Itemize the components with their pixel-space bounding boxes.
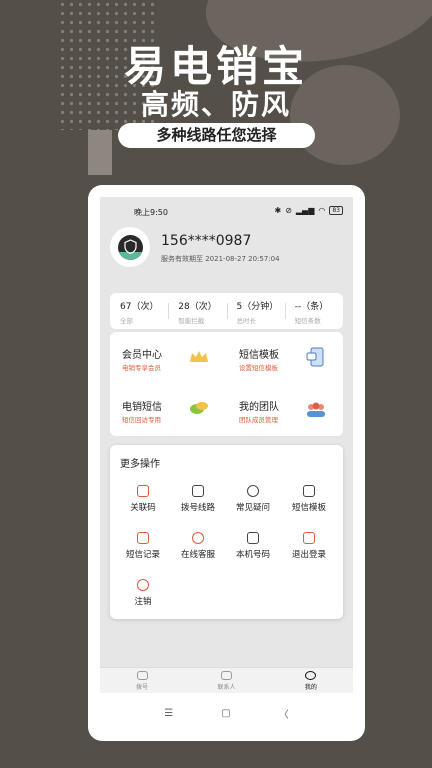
back-icon[interactable]: 〈 (279, 706, 289, 721)
stat-value: --（条） (294, 302, 329, 312)
team-icon (307, 402, 325, 417)
tab-label: 我的 (304, 684, 317, 691)
feature-subtitle: 短信回访专用 (122, 416, 161, 424)
action-logout[interactable]: 退出登录 (280, 532, 338, 560)
wifi-icon: ◠ (318, 206, 326, 215)
feature-title: 短信模板 (239, 350, 279, 361)
message-template-icon (306, 347, 324, 367)
background-bar (88, 130, 112, 175)
feature-title: 我的团队 (239, 402, 279, 413)
logout-icon (303, 532, 315, 544)
phone-mockup: 晚上9:50 ✱ ⊘ ▂▄▆ ◠ 83 156****0987 服务有效期至 2… (88, 185, 365, 741)
menu-icon[interactable]: ☰ (164, 708, 173, 719)
stat-intercept[interactable]: 28（次） 智能拦截 (168, 293, 226, 329)
more-actions-title: 更多操作 (120, 459, 160, 470)
tab-contacts[interactable]: 联系人 (184, 668, 268, 693)
hero-subtitle: 高频、防风 (140, 88, 291, 121)
user-icon (305, 671, 317, 680)
status-icons: ✱ ⊘ ▂▄▆ ◠ 83 (274, 206, 343, 215)
contacts-icon (220, 671, 232, 680)
document-icon (137, 532, 149, 544)
action-dial-line[interactable]: 拨号线路 (169, 485, 227, 513)
phone-number: 156****0987 (161, 233, 252, 249)
grid-icon (303, 485, 315, 497)
avatar[interactable] (110, 227, 150, 267)
feature-title: 电销短信 (122, 402, 162, 413)
stat-label: 智能拦截 (178, 317, 205, 325)
shield-phone-icon (118, 235, 143, 260)
action-label: 在线客服 (180, 550, 215, 560)
hero-pill: 多种线路任您选择 (118, 123, 315, 148)
feature-subtitle: 团队成员管理 (239, 416, 278, 424)
stat-value: 67（次） (120, 302, 159, 312)
tab-label: 联系人 (217, 684, 236, 691)
feature-sms-template[interactable]: 短信模板 设置短信模板 (227, 332, 343, 384)
feature-subtitle: 设置短信模板 (239, 364, 278, 372)
action-deregister[interactable]: 注销 (114, 579, 172, 607)
action-label: 退出登录 (291, 550, 326, 560)
action-link-code[interactable]: 关联码 (114, 485, 172, 513)
home-icon[interactable]: ▢ (221, 708, 230, 719)
more-actions-card: 更多操作 关联码 拨号线路 常见疑问 短信模板 短信记录 在线客服 本机号码 退… (110, 445, 343, 619)
feature-member-center[interactable]: 会员中心 电销专享会员 (110, 332, 226, 384)
tab-dial[interactable]: 拨号 (100, 668, 184, 693)
action-label: 关联码 (130, 503, 156, 513)
action-label: 短信模板 (291, 503, 326, 513)
feature-subtitle: 电销专享会员 (122, 364, 161, 372)
stats-card: 67（次） 全部 28（次） 智能拦截 5（分钟） 总时长 --（条） 短信条数 (110, 293, 343, 329)
feature-sales-sms[interactable]: 电销短信 短信回访专用 (110, 384, 226, 436)
stat-duration[interactable]: 5（分钟） 总时长 (226, 293, 285, 329)
phone-icon (136, 671, 148, 680)
stat-all[interactable]: 67（次） 全部 (110, 293, 168, 329)
question-icon (247, 485, 259, 497)
bluetooth-icon: ✱ (274, 206, 282, 215)
chat-bubbles-icon (190, 402, 208, 414)
feature-title: 会员中心 (122, 350, 162, 361)
stat-value: 28（次） (178, 302, 217, 312)
action-sms-record[interactable]: 短信记录 (114, 532, 172, 560)
bottom-tab-bar: 拨号 联系人 我的 (100, 667, 353, 693)
signal-icon: ▂▄▆ (295, 206, 315, 215)
profile-header: 156****0987 服务有效期至 2021-08-27 20:57:04 (110, 227, 350, 277)
action-label: 短信记录 (125, 550, 160, 560)
stat-label: 全部 (120, 317, 133, 325)
action-sms-template[interactable]: 短信模板 (280, 485, 338, 513)
system-nav-bar: ☰ ▢ 〈 (88, 701, 365, 725)
features-card: 会员中心 电销专享会员 短信模板 设置短信模板 电销短信 短信回访专用 我的团队… (110, 332, 343, 436)
action-label: 本机号码 (235, 550, 270, 560)
battery-icon: 83 (329, 206, 343, 215)
tab-mine[interactable]: 我的 (269, 668, 353, 693)
link-code-icon (137, 485, 149, 497)
service-expiry: 服务有效期至 2021-08-27 20:57:04 (161, 255, 280, 263)
app-screen: 晚上9:50 ✱ ⊘ ▂▄▆ ◠ 83 156****0987 服务有效期至 2… (100, 197, 353, 693)
mute-icon: ⊘ (285, 206, 292, 215)
monitor-icon (247, 532, 259, 544)
headset-icon (192, 532, 204, 544)
crown-icon (190, 351, 208, 362)
action-label: 拨号线路 (180, 503, 215, 513)
layers-icon (192, 485, 204, 497)
cancel-icon (137, 579, 149, 591)
status-time: 晚上9:50 (134, 208, 168, 217)
stat-value: 5（分钟） (236, 302, 279, 312)
tab-label: 拨号 (136, 684, 149, 691)
action-label: 注销 (134, 597, 152, 607)
stat-label: 总时长 (236, 317, 257, 325)
action-local-number[interactable]: 本机号码 (224, 532, 282, 560)
action-faq[interactable]: 常见疑问 (224, 485, 282, 513)
stat-label: 短信条数 (294, 317, 321, 325)
action-label: 常见疑问 (235, 503, 270, 513)
feature-my-team[interactable]: 我的团队 团队成员管理 (227, 384, 343, 436)
stat-sms[interactable]: --（条） 短信条数 (284, 293, 343, 329)
action-online-service[interactable]: 在线客服 (169, 532, 227, 560)
status-bar: 晚上9:50 ✱ ⊘ ▂▄▆ ◠ 83 (100, 197, 353, 225)
